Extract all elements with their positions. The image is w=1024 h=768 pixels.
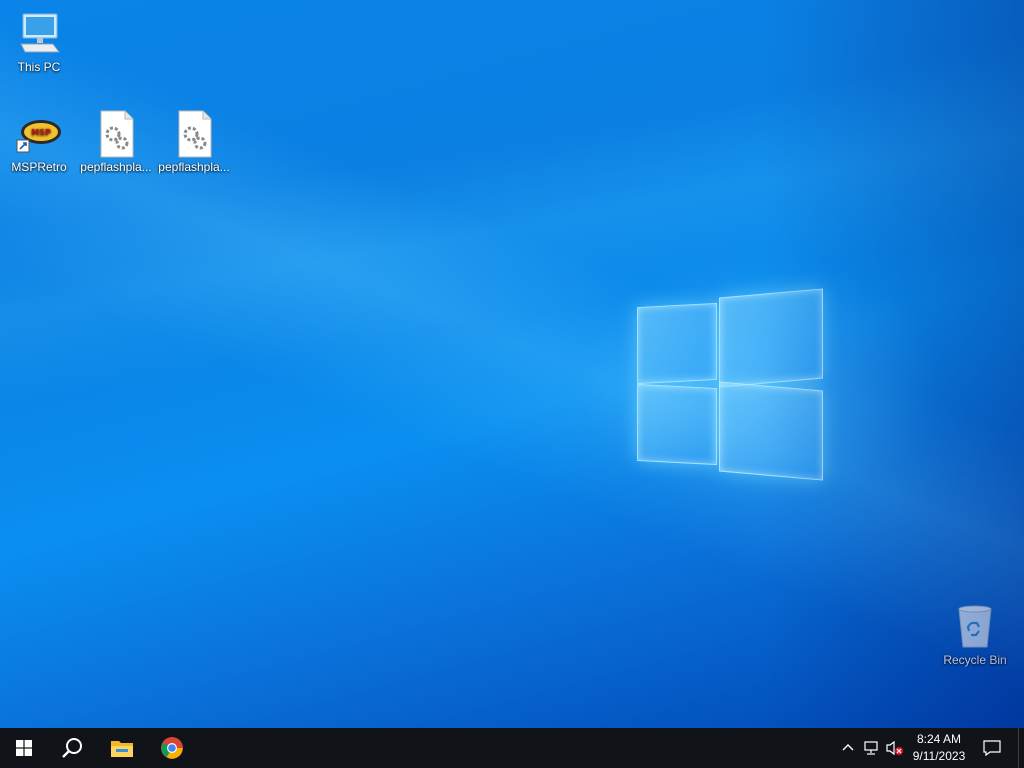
taskbar-file-explorer[interactable]	[98, 728, 146, 768]
taskbar-chrome[interactable]	[148, 728, 196, 768]
svg-text:MSP: MSP	[31, 128, 51, 137]
notification-icon	[983, 740, 1001, 757]
clock-time: 8:24 AM	[916, 732, 962, 746]
desktop-icon-label: pepflashpla...	[158, 160, 230, 174]
desktop-icon-mspretro[interactable]: MSP MSPRetro	[1, 110, 77, 174]
desktop-icon-this-pc[interactable]: This PC	[1, 10, 77, 74]
computer-icon	[15, 10, 63, 58]
file-explorer-icon	[111, 741, 133, 757]
volume-muted-icon	[886, 740, 903, 756]
show-desktop-button[interactable]	[1018, 728, 1024, 768]
windows-logo-wallpaper	[630, 285, 830, 485]
start-button[interactable]	[0, 728, 48, 768]
desktop-icon-label: pepflashpla...	[80, 160, 152, 174]
network-icon	[864, 741, 878, 755]
windows-start-icon	[16, 740, 32, 756]
search-button[interactable]	[48, 728, 96, 768]
network-button[interactable]	[863, 740, 879, 756]
search-icon	[62, 738, 82, 758]
volume-button[interactable]	[886, 740, 903, 756]
settings-file-icon	[170, 110, 218, 158]
chrome-icon	[161, 737, 183, 759]
clock-date: 9/11/2023	[912, 749, 966, 763]
desktop-icon-label: Recycle Bin	[943, 653, 1007, 667]
recycle-bin-icon	[951, 603, 999, 651]
desktop[interactable]: This PC MSP MSPRetro pepflashpla... pepf…	[0, 0, 1024, 728]
desktop-icon-label: This PC	[17, 60, 61, 74]
desktop-icon-label: MSPRetro	[11, 160, 67, 174]
show-hidden-icons-chevron	[842, 744, 854, 751]
action-center-button[interactable]	[976, 728, 1008, 768]
desktop-icon-recycle-bin[interactable]: Recycle Bin	[937, 603, 1013, 667]
desktop-icon-pepflash-2[interactable]: pepflashpla...	[156, 110, 232, 174]
settings-file-icon	[92, 110, 140, 158]
msp-logo-icon: MSP	[15, 110, 63, 158]
show-hidden-icons-button[interactable]	[840, 740, 856, 756]
taskbar: 8:24 AM 9/11/2023	[0, 728, 1024, 768]
desktop-icon-pepflash-1[interactable]: pepflashpla...	[78, 110, 154, 174]
clock[interactable]: 8:24 AM 9/11/2023	[906, 731, 972, 765]
